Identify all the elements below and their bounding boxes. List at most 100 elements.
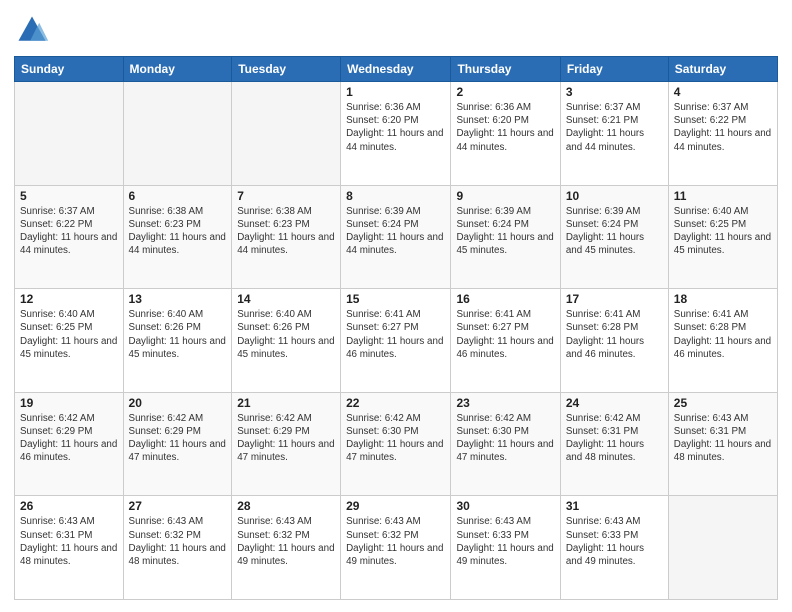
header [14,12,778,48]
day-number: 1 [346,85,445,99]
calendar-cell: 10 Sunrise: 6:39 AM Sunset: 6:24 PM Dayli… [560,185,668,289]
calendar-cell: 6 Sunrise: 6:38 AM Sunset: 6:23 PM Daylig… [123,185,232,289]
calendar-cell: 1 Sunrise: 6:36 AM Sunset: 6:20 PM Daylig… [341,82,451,186]
weekday-sunday: Sunday [15,57,124,82]
day-number: 28 [237,499,335,513]
day-info: Sunrise: 6:36 AM Sunset: 6:20 PM Dayligh… [456,101,554,154]
day-info: Sunrise: 6:39 AM Sunset: 6:24 PM Dayligh… [566,205,663,258]
day-number: 31 [566,499,663,513]
calendar-cell: 5 Sunrise: 6:37 AM Sunset: 6:22 PM Daylig… [15,185,124,289]
day-number: 16 [456,292,554,306]
day-number: 7 [237,189,335,203]
day-number: 30 [456,499,554,513]
day-number: 20 [129,396,227,410]
week-row-4: 26 Sunrise: 6:43 AM Sunset: 6:31 PM Dayli… [15,496,778,600]
calendar-cell: 3 Sunrise: 6:37 AM Sunset: 6:21 PM Daylig… [560,82,668,186]
calendar-cell: 16 Sunrise: 6:41 AM Sunset: 6:27 PM Dayli… [451,289,560,393]
day-number: 8 [346,189,445,203]
day-number: 3 [566,85,663,99]
day-number: 19 [20,396,118,410]
day-info: Sunrise: 6:36 AM Sunset: 6:20 PM Dayligh… [346,101,445,154]
logo-icon [14,12,50,48]
day-number: 17 [566,292,663,306]
calendar-cell: 24Sunrise: 6:42 AM Sunset: 6:31 PM Dayli… [560,392,668,496]
day-info: Sunrise: 6:42 AM Sunset: 6:29 PM Dayligh… [237,412,335,465]
page: SundayMondayTuesdayWednesdayThursdayFrid… [0,0,792,612]
day-number: 27 [129,499,227,513]
calendar-cell: 2 Sunrise: 6:36 AM Sunset: 6:20 PM Daylig… [451,82,560,186]
calendar-cell [232,82,341,186]
week-row-0: 1 Sunrise: 6:36 AM Sunset: 6:20 PM Daylig… [15,82,778,186]
day-info: Sunrise: 6:37 AM Sunset: 6:22 PM Dayligh… [674,101,772,154]
day-number: 22 [346,396,445,410]
day-info: Sunrise: 6:40 AM Sunset: 6:26 PM Dayligh… [237,308,335,361]
day-number: 25 [674,396,772,410]
weekday-wednesday: Wednesday [341,57,451,82]
day-info: Sunrise: 6:42 AM Sunset: 6:30 PM Dayligh… [346,412,445,465]
weekday-tuesday: Tuesday [232,57,341,82]
week-row-3: 19 Sunrise: 6:42 AM Sunset: 6:29 PM Dayli… [15,392,778,496]
calendar-cell: 11Sunrise: 6:40 AM Sunset: 6:25 PM Dayli… [668,185,777,289]
calendar-cell: 12 Sunrise: 6:40 AM Sunset: 6:25 PM Dayli… [15,289,124,393]
calendar-cell [123,82,232,186]
day-info: Sunrise: 6:43 AM Sunset: 6:32 PM Dayligh… [129,515,227,568]
weekday-saturday: Saturday [668,57,777,82]
day-info: Sunrise: 6:42 AM Sunset: 6:29 PM Dayligh… [20,412,118,465]
day-number: 15 [346,292,445,306]
day-info: Sunrise: 6:43 AM Sunset: 6:31 PM Dayligh… [20,515,118,568]
calendar: SundayMondayTuesdayWednesdayThursdayFrid… [14,56,778,600]
calendar-cell: 17Sunrise: 6:41 AM Sunset: 6:28 PM Dayli… [560,289,668,393]
day-info: Sunrise: 6:42 AM Sunset: 6:29 PM Dayligh… [129,412,227,465]
calendar-cell [668,496,777,600]
day-number: 12 [20,292,118,306]
calendar-cell: 31 Sunrise: 6:43 AM Sunset: 6:33 PM Dayli… [560,496,668,600]
calendar-cell: 18 Sunrise: 6:41 AM Sunset: 6:28 PM Dayli… [668,289,777,393]
calendar-cell: 27 Sunrise: 6:43 AM Sunset: 6:32 PM Dayli… [123,496,232,600]
calendar-cell: 30 Sunrise: 6:43 AM Sunset: 6:33 PM Dayli… [451,496,560,600]
day-info: Sunrise: 6:37 AM Sunset: 6:22 PM Dayligh… [20,205,118,258]
day-info: Sunrise: 6:43 AM Sunset: 6:33 PM Dayligh… [456,515,554,568]
calendar-cell: 26 Sunrise: 6:43 AM Sunset: 6:31 PM Dayli… [15,496,124,600]
day-number: 10 [566,189,663,203]
calendar-cell: 7Sunrise: 6:38 AM Sunset: 6:23 PM Daylig… [232,185,341,289]
weekday-thursday: Thursday [451,57,560,82]
calendar-cell: 21 Sunrise: 6:42 AM Sunset: 6:29 PM Dayli… [232,392,341,496]
week-row-1: 5 Sunrise: 6:37 AM Sunset: 6:22 PM Daylig… [15,185,778,289]
day-info: Sunrise: 6:43 AM Sunset: 6:31 PM Dayligh… [674,412,772,465]
day-number: 26 [20,499,118,513]
calendar-cell: 15 Sunrise: 6:41 AM Sunset: 6:27 PM Dayli… [341,289,451,393]
day-number: 24 [566,396,663,410]
day-info: Sunrise: 6:41 AM Sunset: 6:27 PM Dayligh… [346,308,445,361]
calendar-cell: 4Sunrise: 6:37 AM Sunset: 6:22 PM Daylig… [668,82,777,186]
calendar-cell: 23Sunrise: 6:42 AM Sunset: 6:30 PM Dayli… [451,392,560,496]
day-info: Sunrise: 6:43 AM Sunset: 6:32 PM Dayligh… [237,515,335,568]
weekday-header-row: SundayMondayTuesdayWednesdayThursdayFrid… [15,57,778,82]
calendar-cell: 13Sunrise: 6:40 AM Sunset: 6:26 PM Dayli… [123,289,232,393]
day-number: 18 [674,292,772,306]
day-number: 29 [346,499,445,513]
day-info: Sunrise: 6:40 AM Sunset: 6:26 PM Dayligh… [129,308,227,361]
day-info: Sunrise: 6:40 AM Sunset: 6:25 PM Dayligh… [20,308,118,361]
day-number: 14 [237,292,335,306]
day-info: Sunrise: 6:39 AM Sunset: 6:24 PM Dayligh… [456,205,554,258]
day-number: 21 [237,396,335,410]
weekday-monday: Monday [123,57,232,82]
calendar-cell: 19 Sunrise: 6:42 AM Sunset: 6:29 PM Dayli… [15,392,124,496]
day-info: Sunrise: 6:41 AM Sunset: 6:28 PM Dayligh… [674,308,772,361]
day-info: Sunrise: 6:38 AM Sunset: 6:23 PM Dayligh… [129,205,227,258]
calendar-cell: 14 Sunrise: 6:40 AM Sunset: 6:26 PM Dayli… [232,289,341,393]
day-number: 5 [20,189,118,203]
calendar-cell: 28 Sunrise: 6:43 AM Sunset: 6:32 PM Dayli… [232,496,341,600]
calendar-cell: 29 Sunrise: 6:43 AM Sunset: 6:32 PM Dayli… [341,496,451,600]
day-number: 2 [456,85,554,99]
day-info: Sunrise: 6:40 AM Sunset: 6:25 PM Dayligh… [674,205,772,258]
day-info: Sunrise: 6:37 AM Sunset: 6:21 PM Dayligh… [566,101,663,154]
day-info: Sunrise: 6:39 AM Sunset: 6:24 PM Dayligh… [346,205,445,258]
day-number: 23 [456,396,554,410]
day-info: Sunrise: 6:43 AM Sunset: 6:32 PM Dayligh… [346,515,445,568]
day-info: Sunrise: 6:41 AM Sunset: 6:27 PM Dayligh… [456,308,554,361]
day-number: 6 [129,189,227,203]
day-info: Sunrise: 6:43 AM Sunset: 6:33 PM Dayligh… [566,515,663,568]
weekday-friday: Friday [560,57,668,82]
week-row-2: 12 Sunrise: 6:40 AM Sunset: 6:25 PM Dayli… [15,289,778,393]
